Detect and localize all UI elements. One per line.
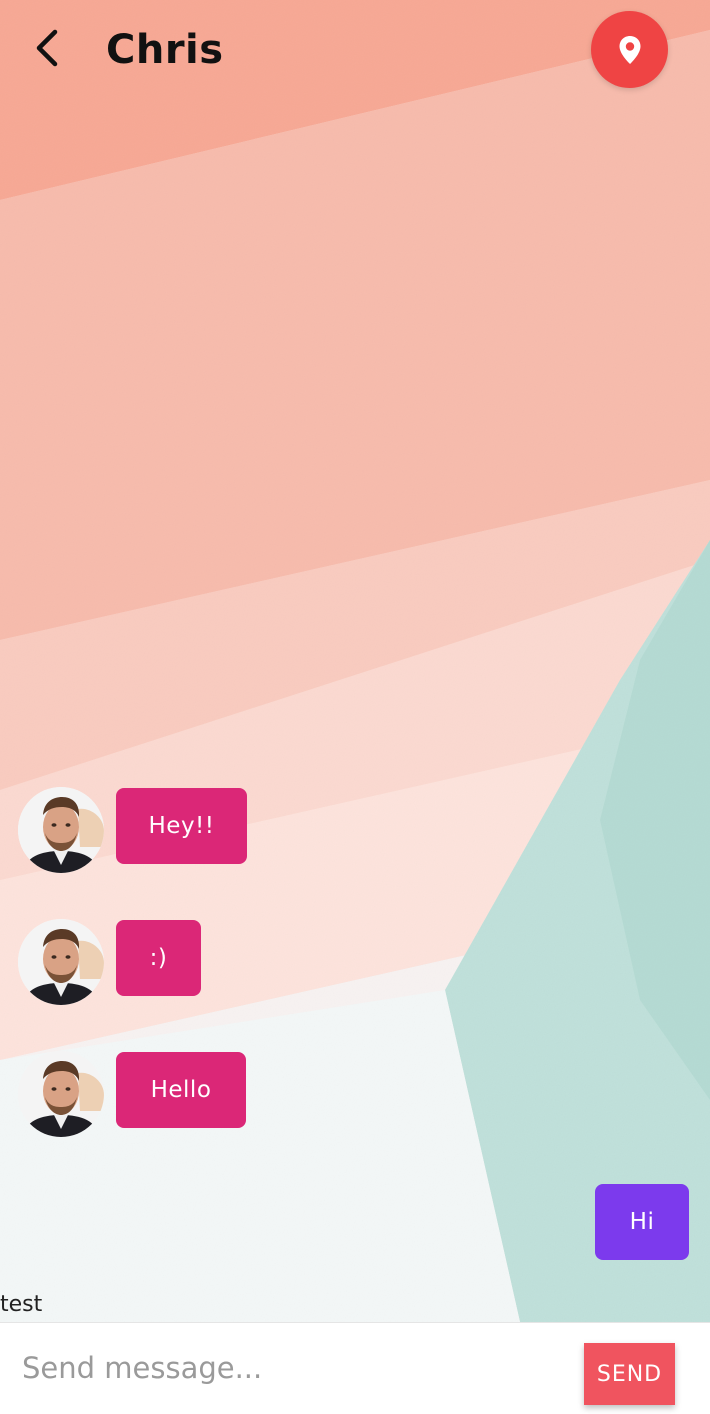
contact-name: Chris	[106, 27, 224, 73]
chevron-left-icon	[36, 29, 58, 67]
chat-screen: Chris Hey!!:) Hello Hi test Send messag…	[0, 0, 710, 1414]
chat-header: Chris	[0, 0, 710, 100]
message-bubble-incoming[interactable]: :)	[116, 920, 201, 996]
share-location-button[interactable]	[591, 11, 668, 88]
footer-label: test	[0, 1292, 43, 1317]
send-button[interactable]: SEND	[584, 1343, 675, 1405]
avatar[interactable]	[18, 919, 104, 1005]
avatar[interactable]	[18, 787, 104, 873]
back-button[interactable]	[24, 22, 72, 74]
message-bubble-incoming[interactable]: Hello	[116, 1052, 246, 1128]
avatar[interactable]	[18, 1051, 104, 1137]
message-composer: SEND	[0, 1322, 710, 1414]
message-bubble-incoming[interactable]: Hey!!	[116, 788, 247, 864]
message-bubble-outgoing[interactable]: Hi	[595, 1184, 689, 1260]
map-pin-icon	[619, 35, 640, 64]
message-input[interactable]	[22, 1343, 552, 1393]
